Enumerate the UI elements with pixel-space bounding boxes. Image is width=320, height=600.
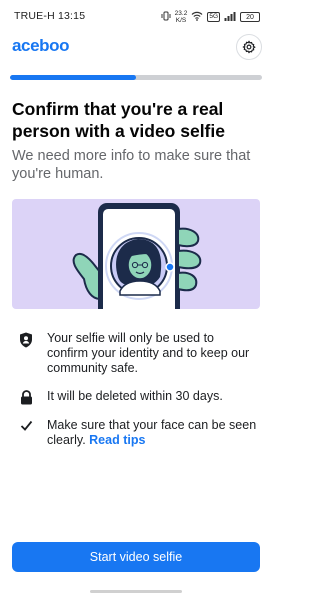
network-type-badge: 5G [207, 12, 220, 22]
status-icons: 23.2 K/S 5G 20 [161, 10, 260, 24]
vibrate-icon [161, 11, 171, 23]
read-tips-link[interactable]: Read tips [89, 433, 145, 447]
page-title: Confirm that you're a real person with a… [12, 99, 225, 141]
status-bar: TRUE-H 13:15 23.2 K/S 5G 20 [0, 0, 272, 34]
list-item-face-tips: Make sure that your face can be seen cle… [18, 418, 258, 448]
progress-fill [10, 75, 136, 80]
face-tips-label: Make sure that your face can be seen cle… [47, 418, 257, 447]
list-item-privacy: Your selfie will only be used to confirm… [18, 331, 258, 376]
progress-bar [10, 75, 262, 80]
privacy-text: Your selfie will only be used to confirm… [47, 331, 250, 375]
deletion-text: It will be deleted within 30 days. [47, 389, 223, 403]
signal-icon [224, 11, 236, 23]
net-speed-unit: K/S [175, 17, 187, 24]
header: aceboo [0, 34, 272, 62]
net-speed: 23.2 K/S [175, 10, 188, 24]
gear-icon [242, 40, 256, 54]
checkmark-icon [18, 419, 34, 432]
info-list: Your selfie will only be used to confirm… [18, 331, 258, 461]
home-indicator[interactable] [90, 590, 182, 593]
list-item-deletion: It will be deleted within 30 days. [18, 389, 258, 405]
lock-icon [18, 390, 34, 405]
face-tips-text: Make sure that your face can be seen cle… [47, 418, 258, 448]
app-logo: aceboo [12, 36, 70, 55]
settings-button[interactable] [236, 34, 262, 60]
net-speed-value: 23.2 [174, 10, 188, 17]
page-subtitle: We need more info to make sure that you'… [12, 148, 251, 182]
selfie-illustration [12, 199, 260, 309]
start-video-selfie-button[interactable]: Start video selfie [12, 542, 260, 572]
battery-icon: 20 [240, 12, 260, 22]
shield-person-icon [18, 332, 34, 348]
carrier-time: TRUE-H 13:15 [14, 10, 86, 22]
battery-level: 20 [246, 13, 254, 21]
wifi-icon [191, 11, 203, 23]
